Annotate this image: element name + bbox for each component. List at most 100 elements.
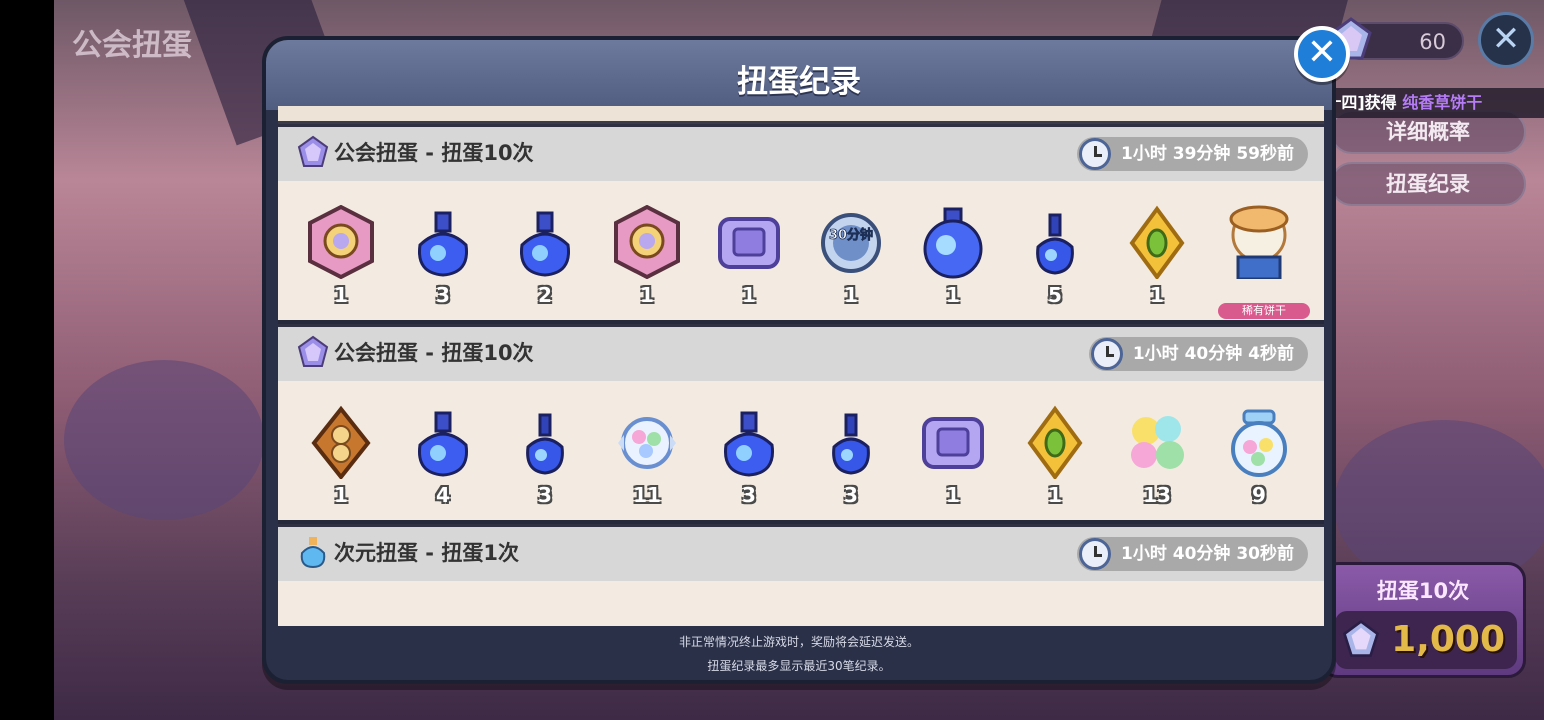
small-blue-potion-icon	[1036, 213, 1074, 275]
history-button[interactable]: 扭蛋纪录	[1330, 162, 1526, 206]
cost-bar: 1,000	[1335, 611, 1517, 669]
flower-candy-cluster-icon	[1131, 416, 1184, 469]
reward-item[interactable]: 3	[504, 401, 586, 517]
gacha-gem-icon	[1342, 619, 1380, 657]
small-blue-potion-icon	[832, 413, 870, 475]
reward-quantity: 1	[334, 283, 348, 307]
speedup-duration-label: 30分钟	[829, 227, 873, 243]
reward-quantity: 11	[633, 483, 661, 507]
candy-wrapper-icon	[618, 417, 676, 469]
screen-close-button[interactable]: ✕	[1478, 12, 1534, 68]
cookie-character-portrait-icon	[1229, 205, 1289, 279]
reward-item[interactable]: 1	[300, 401, 382, 517]
history-record: 公会扭蛋 - 扭蛋10次 1小时 40分钟 4秒前 1 4 3 11 3 3 1 1 13 9	[278, 324, 1324, 520]
reward-item[interactable]: 30分钟 1	[810, 201, 892, 317]
reward-item[interactable]: 9	[1218, 401, 1300, 517]
blue-potion-bottle-icon	[723, 411, 775, 477]
modal-header: 扭蛋纪录	[266, 40, 1332, 110]
record-header: 次元扭蛋 - 扭蛋1次 1小时 40分钟 30秒前	[278, 527, 1324, 581]
reward-item[interactable]: 稀有饼干	[1218, 201, 1310, 319]
record-title: 公会扭蛋 - 扭蛋10次	[334, 141, 534, 165]
clock-icon	[1090, 338, 1123, 370]
reward-quantity: 2	[538, 283, 552, 307]
footer-line-2: 扭蛋纪录最多显示最近30笔纪录。	[707, 659, 891, 673]
reward-quantity: 1	[946, 283, 960, 307]
reward-item[interactable]: 5	[1014, 201, 1096, 317]
reward-item[interactable]: 3	[402, 201, 484, 317]
record-header: 公会扭蛋 - 扭蛋10次 1小时 40分钟 4秒前	[278, 327, 1324, 381]
screen-title: 公会扭蛋	[72, 28, 192, 63]
small-blue-potion-icon	[526, 413, 564, 475]
reward-item[interactable]: 2	[504, 201, 586, 317]
record-header: 公会扭蛋 - 扭蛋10次 1小时 39分钟 59秒前	[278, 127, 1324, 181]
record-time: 1小时 39分钟 59秒前	[1121, 144, 1294, 164]
reward-quantity: 1	[1150, 283, 1164, 307]
modal-footer: 非正常情况终止游戏时，奖励将会延迟发送。 扭蛋纪录最多显示最近30笔纪录。	[266, 630, 1332, 680]
history-record: 次元扭蛋 - 扭蛋1次 1小时 40分钟 30秒前	[278, 524, 1324, 626]
reward-quantity: 3	[844, 483, 858, 507]
candy-jar-icon	[1231, 409, 1287, 477]
reward-quantity: 1	[844, 283, 858, 307]
blue-potion-bottle-icon	[519, 211, 571, 277]
pull-10-label: 扭蛋10次	[1376, 579, 1470, 603]
reward-quantity: 13	[1143, 483, 1171, 507]
record-items: 1 3 2 1 1 30分钟 1 1 5 1 稀有饼干	[300, 201, 1310, 319]
reward-item[interactable]: 3	[810, 401, 892, 517]
purple-gift-chest-icon	[922, 417, 984, 469]
record-items	[300, 601, 1310, 626]
reward-item[interactable]: 1	[912, 401, 994, 517]
clock-icon	[1079, 538, 1112, 570]
modal-title: 扭蛋纪录	[737, 64, 861, 100]
pull-10-button[interactable]: 扭蛋10次 1,000	[1320, 562, 1526, 678]
reward-item[interactable]: 1	[912, 201, 994, 317]
reward-quantity: 1	[946, 483, 960, 507]
cloud-shape	[64, 360, 264, 520]
reward-quantity: 9	[1252, 483, 1266, 507]
reward-item[interactable]: 1	[708, 201, 790, 317]
left-black-bar	[0, 0, 54, 720]
coin-diamond-token-icon	[311, 405, 371, 479]
modal-close-button[interactable]: ✕	[1294, 26, 1350, 82]
reward-item[interactable]: 4	[402, 401, 484, 517]
reward-quantity: 1	[334, 483, 348, 507]
record-time: 1小时 40分钟 30秒前	[1121, 544, 1294, 564]
30-minute-speedup-icon: 30分钟	[821, 213, 881, 273]
pull-cost: 1,000	[1391, 619, 1505, 660]
reward-quantity: 4	[436, 483, 450, 507]
notice-highlight: 纯香草饼干	[1402, 93, 1483, 112]
gem-count: 60	[1419, 30, 1446, 54]
reward-item[interactable]: 1	[300, 201, 382, 317]
pink-crest-badge-icon	[308, 205, 374, 279]
pink-crest-badge-icon	[614, 205, 680, 279]
reward-quantity: 3	[742, 483, 756, 507]
reward-item[interactable]: 11	[606, 401, 688, 517]
history-list[interactable]: 公会扭蛋 - 扭蛋10次 1小时 39分钟 59秒前 1 3 2 1 1 30分钟 1 1 5 1 稀有…	[278, 106, 1324, 626]
record-time-pill: 1小时 40分钟 30秒前	[1077, 537, 1308, 571]
blue-potion-bottle-icon	[417, 411, 469, 477]
gem-counter: 60	[1330, 17, 1464, 60]
guild-gem-icon	[297, 135, 329, 167]
history-modal: 扭蛋纪录 ✕ 公会扭蛋 - 扭蛋10次 1小时 39分钟 59秒前 1 3 2 1 1 30分…	[262, 26, 1350, 684]
green-jelly-diamond-icon	[1027, 405, 1083, 479]
reward-item[interactable]: 13	[1116, 401, 1198, 517]
reward-item[interactable]: 1	[606, 201, 688, 317]
rarity-tag: 稀有饼干	[1218, 303, 1310, 319]
record-title: 次元扭蛋 - 扭蛋1次	[334, 541, 519, 565]
record-time-pill: 1小时 40分钟 4秒前	[1088, 337, 1308, 371]
reward-quantity: 3	[538, 483, 552, 507]
reward-item[interactable]: 1	[1116, 201, 1198, 317]
reward-quantity: 1	[640, 283, 654, 307]
reward-item[interactable]: 1	[1014, 401, 1096, 517]
history-record: 公会扭蛋 - 扭蛋10次 1小时 39分钟 59秒前 1 3 2 1 1 30分钟 1 1 5 1 稀有…	[278, 124, 1324, 320]
reward-quantity: 1	[742, 283, 756, 307]
reward-item[interactable]: 3	[708, 401, 790, 517]
reward-quantity: 1	[1048, 483, 1062, 507]
green-jelly-diamond-icon	[1129, 205, 1185, 279]
record-items: 1 4 3 11 3 3 1 1 13 9	[300, 401, 1310, 517]
record-time: 1小时 40分钟 4秒前	[1132, 344, 1294, 364]
record-time-pill: 1小时 39分钟 59秒前	[1077, 137, 1308, 171]
clock-icon	[1079, 138, 1112, 170]
dimension-potion-icon	[300, 537, 326, 569]
reward-quantity: 3	[436, 283, 450, 307]
footer-line-1: 非正常情况终止游戏时，奖励将会延迟发送。	[678, 635, 919, 649]
